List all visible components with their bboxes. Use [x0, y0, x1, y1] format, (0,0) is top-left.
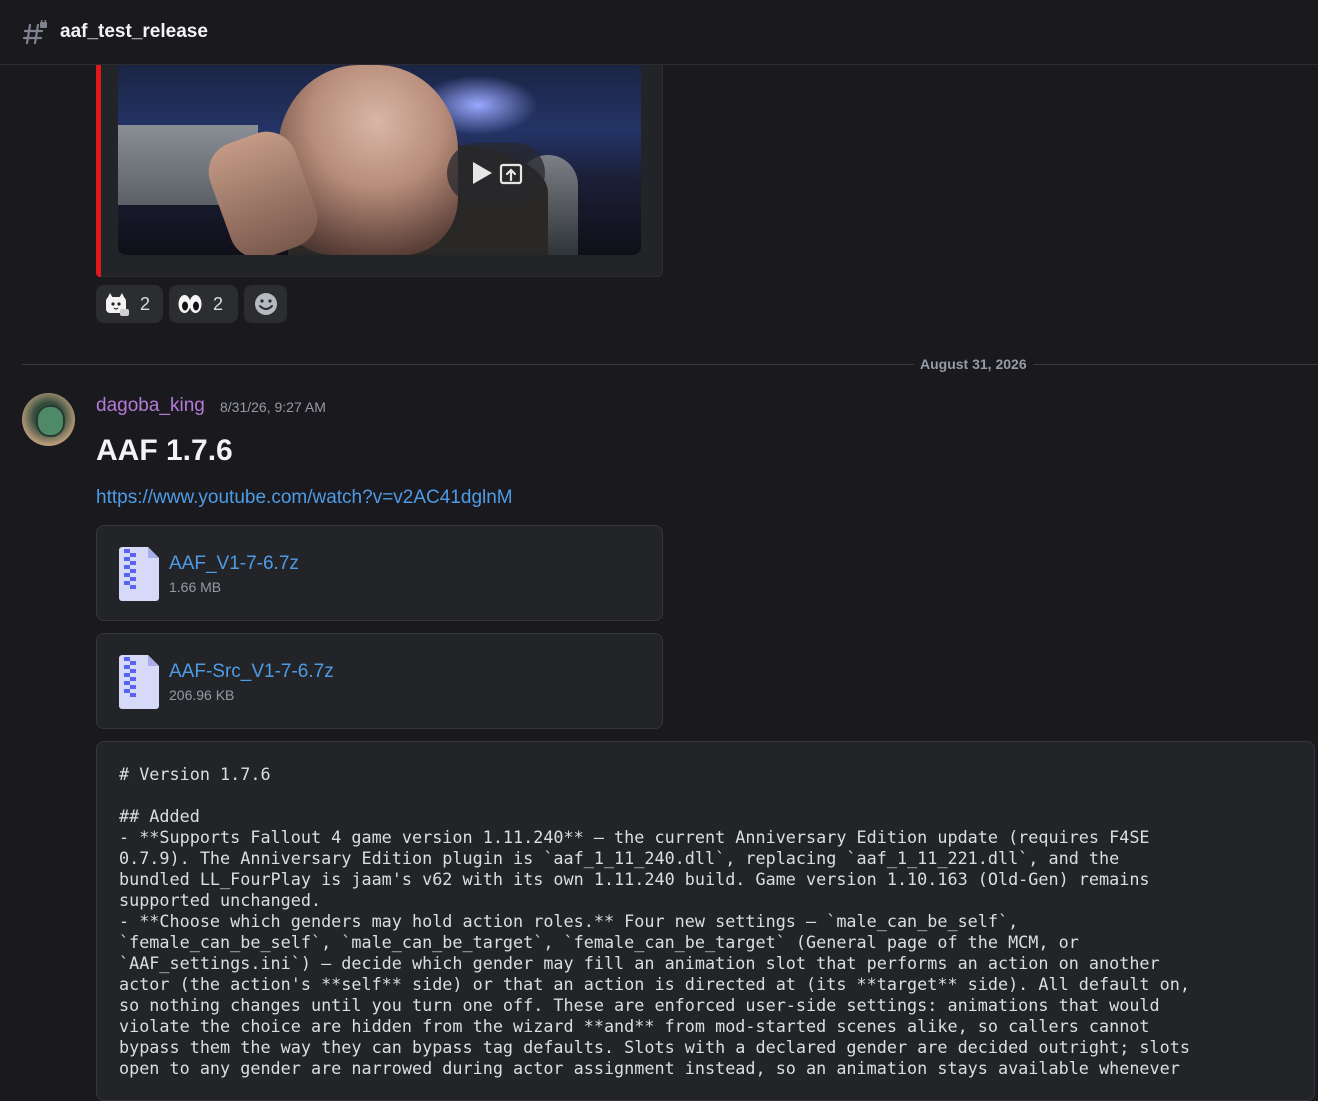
eyes-emoji-icon — [178, 295, 202, 313]
reaction-count: 2 — [213, 293, 224, 314]
message-link[interactable]: https://www.youtube.com/watch?v=v2AC41dg… — [96, 487, 513, 509]
code-line: bundled LL_FourPlay is jaam's v62 with i… — [119, 869, 1150, 889]
video-thumbnail[interactable] — [118, 65, 641, 255]
embed-accent-bar — [96, 65, 101, 277]
code-line: violate the choice are hidden from the w… — [119, 1016, 1150, 1036]
reaction-eyes[interactable]: 2 — [169, 285, 238, 323]
code-line: actor (the action's **self** side) or th… — [119, 974, 1190, 994]
play-icon[interactable] — [470, 160, 494, 186]
add-reaction-button[interactable] — [244, 285, 287, 323]
avatar-figure — [36, 405, 65, 437]
code-line: - **Choose which genders may hold action… — [119, 911, 1019, 931]
zip-file-icon — [119, 547, 159, 601]
cat-emoji-icon — [106, 293, 129, 316]
attachment-filename[interactable]: AAF_V1-7-6.7z — [169, 553, 299, 575]
avatar[interactable] — [22, 393, 75, 446]
attachment-filename[interactable]: AAF-Src_V1-7-6.7z — [169, 661, 334, 683]
zip-file-icon — [119, 655, 159, 709]
code-line: bypass them the way they can bypass tag … — [119, 1037, 1190, 1057]
code-line: open to any gender are narrowed during a… — [119, 1058, 1180, 1078]
message-author[interactable]: dagoba_king — [96, 395, 205, 417]
open-in-browser-icon[interactable] — [499, 162, 523, 186]
hash-lock-icon — [22, 20, 47, 45]
date-divider-label: August 31, 2026 — [914, 356, 1033, 372]
attachment-size: 1.66 MB — [169, 579, 222, 595]
attachment-card: AAF_V1-7-6.7z 1.66 MB — [96, 525, 663, 621]
code-line: `female_can_be_self`, `male_can_be_targe… — [119, 932, 1079, 952]
message-heading: AAF 1.7.6 — [96, 434, 233, 467]
video-controls — [447, 143, 545, 203]
code-line: supported unchanged. — [119, 890, 322, 910]
code-line: - **Supports Fallout 4 game version 1.11… — [119, 827, 1150, 847]
code-line: so nothing changes until you turn one of… — [119, 995, 1160, 1015]
attachment-card: AAF-Src_V1-7-6.7z 206.96 KB — [96, 633, 663, 729]
date-divider-line — [22, 364, 1318, 365]
code-text: # Version 1.7.6 ## Added - **Supports Fa… — [119, 764, 1299, 1079]
message-timestamp: 8/31/26, 9:27 AM — [220, 399, 326, 415]
channel-name[interactable]: aaf_test_release — [60, 21, 208, 43]
reaction-count: 2 — [140, 293, 151, 314]
add-reaction-icon — [254, 293, 277, 315]
channel-header: aaf_test_release — [0, 0, 1318, 65]
attachment-size: 206.96 KB — [169, 687, 235, 703]
code-block: # Version 1.7.6 ## Added - **Supports Fa… — [96, 741, 1315, 1101]
code-line: `AAF_settings.ini`) — decide which gende… — [119, 953, 1160, 973]
code-line: ## Added — [119, 806, 200, 826]
reaction-cat[interactable]: 2 — [96, 285, 163, 323]
code-line: # Version 1.7.6 — [119, 764, 271, 784]
code-line: 0.7.9). The Anniversary Edition plugin i… — [119, 848, 1120, 868]
